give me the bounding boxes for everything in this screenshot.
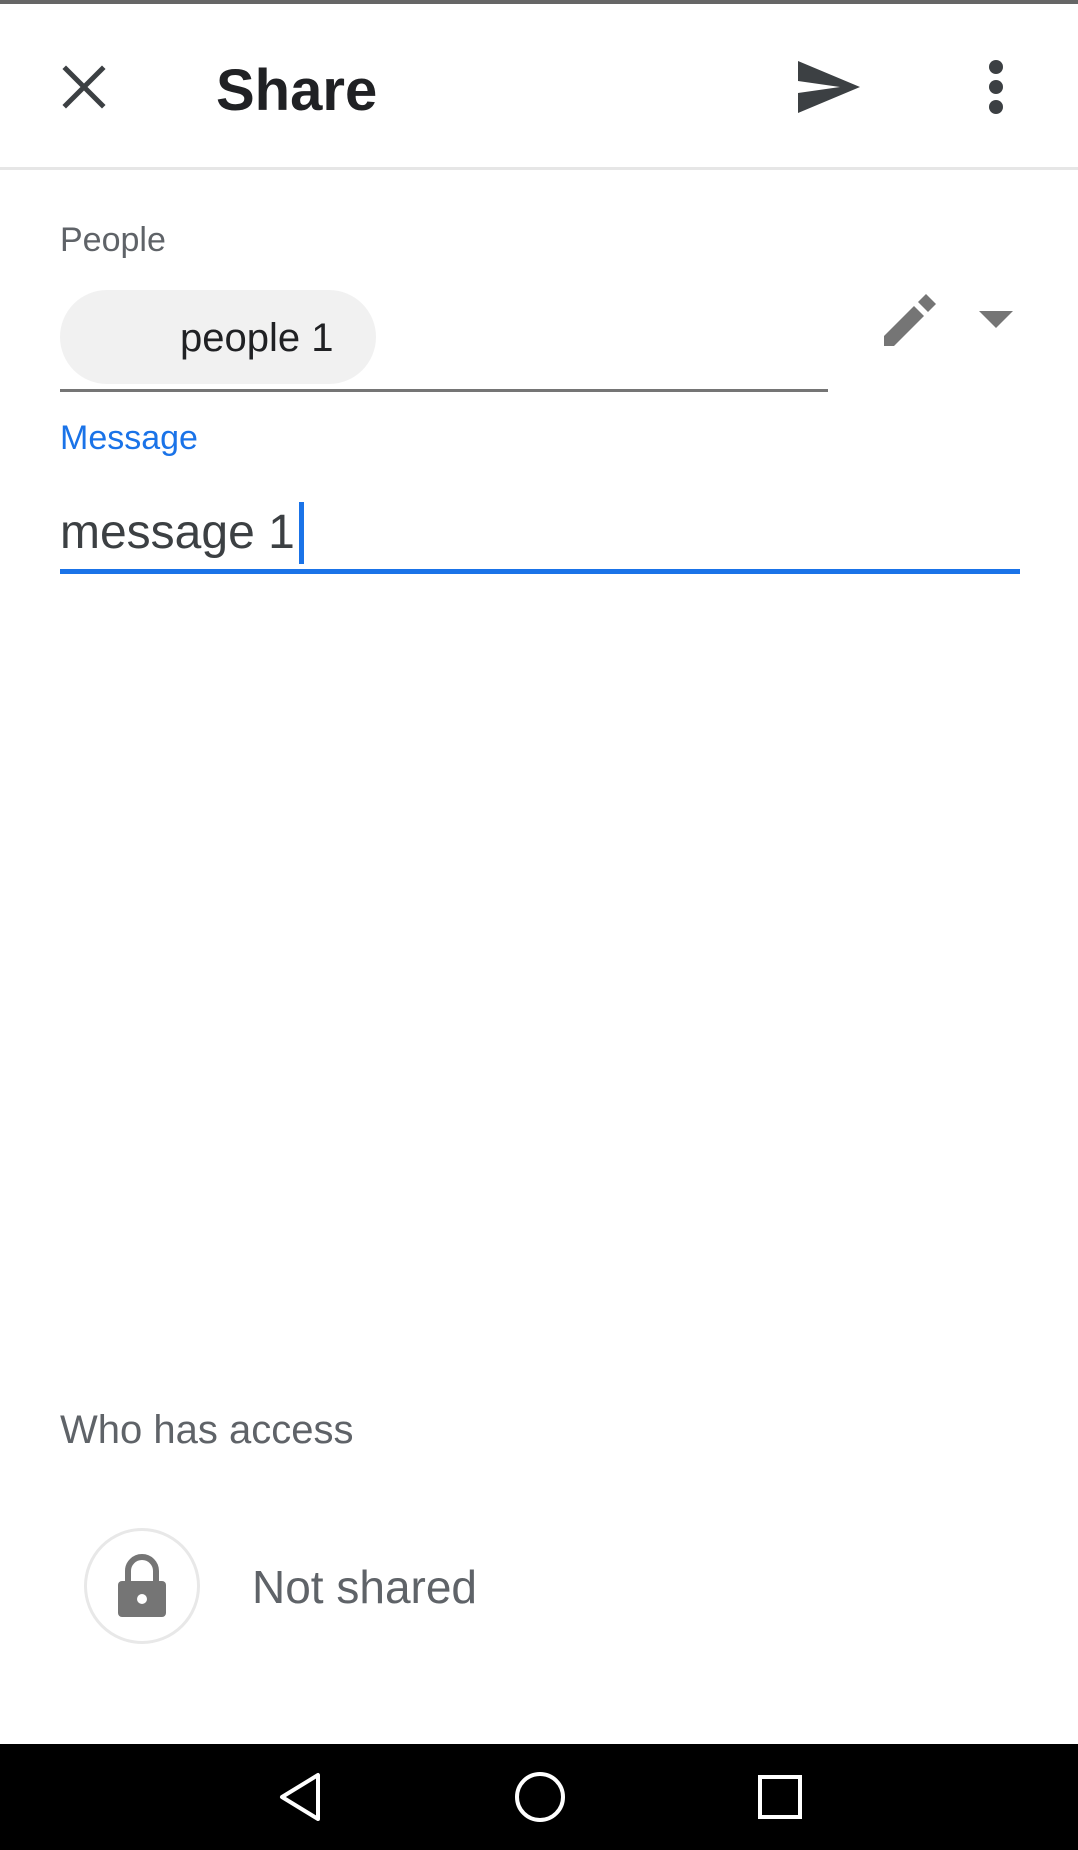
more-vert-icon [989,60,1003,114]
back-triangle-icon [280,1773,320,1821]
back-button[interactable] [260,1757,340,1837]
system-navigation-bar [0,1744,1078,1850]
more-options-button[interactable] [956,47,1036,127]
people-chip-label: people 1 [180,316,334,360]
page-title: Share [216,58,378,123]
recents-button[interactable] [740,1757,820,1837]
access-status-text: Not shared [252,1561,478,1613]
people-field[interactable]: people 1 [60,286,828,392]
people-label: People [60,221,166,259]
recents-square-icon [758,1775,802,1819]
arrow-drop-down-icon [979,311,1013,328]
permission-dropdown-button[interactable] [966,280,1026,360]
people-chip[interactable]: people 1 [60,290,376,384]
home-button[interactable] [500,1757,580,1837]
home-circle-icon [515,1772,565,1822]
message-input-value: message 1 [60,506,295,559]
send-button[interactable] [784,47,874,127]
message-input[interactable]: message 1 [60,482,1020,574]
pencil-icon [884,294,936,346]
send-icon [798,61,860,113]
text-cursor [298,502,304,564]
edit-permission-button[interactable] [870,280,950,360]
message-label: Message [60,419,198,457]
lock-avatar [84,1528,200,1644]
lock-icon [118,1554,166,1617]
close-button[interactable] [44,47,124,127]
close-icon [62,65,106,109]
access-status-row[interactable]: Not shared [60,1520,1020,1656]
who-has-access-heading: Who has access [60,1408,354,1452]
app-bar: Share [0,4,1078,170]
